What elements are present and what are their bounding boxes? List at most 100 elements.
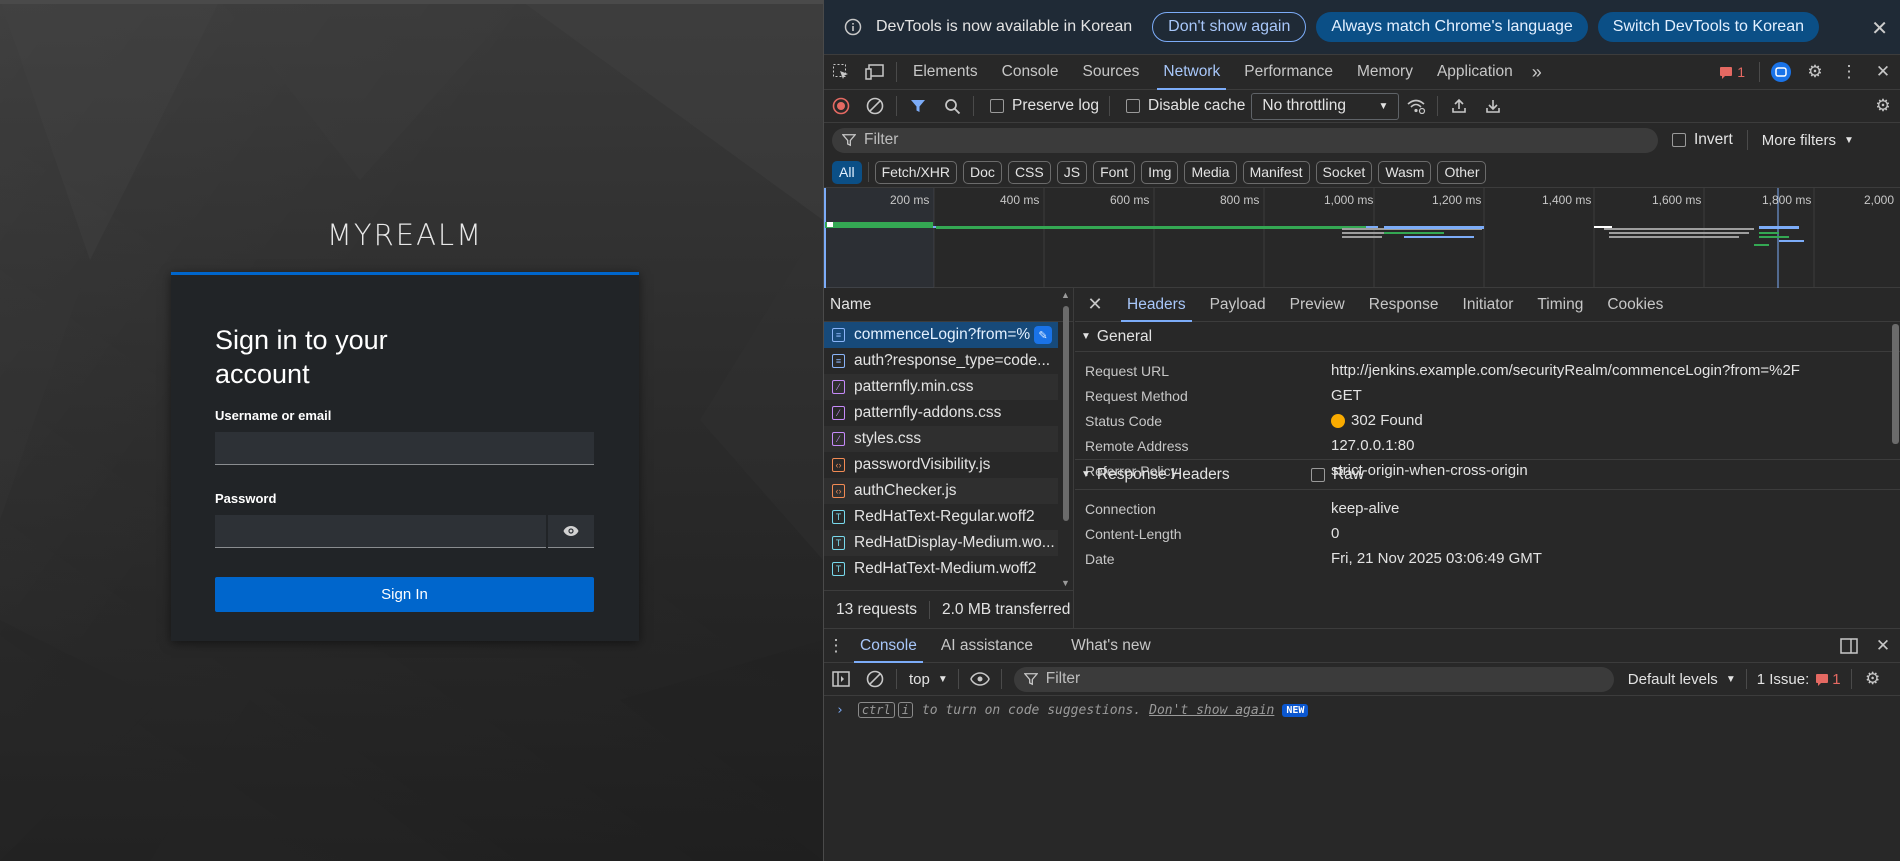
close-devtools-icon[interactable]: ✕ <box>1866 55 1900 90</box>
tab-initiator[interactable]: Initiator <box>1451 288 1526 322</box>
dont-show-again-link[interactable]: Don't show again <box>1149 703 1274 718</box>
general-section-header[interactable]: ▼ General <box>1075 322 1900 352</box>
request-row[interactable]: T RedHatText-Medium.woff2 <box>824 556 1058 582</box>
request-row[interactable]: T RedHatText-Regular.woff2 <box>824 504 1058 530</box>
ai-chip-icon[interactable]: ✎ <box>1034 326 1052 344</box>
console-sidebar-icon[interactable] <box>824 662 858 697</box>
record-stop-icon[interactable] <box>824 89 858 124</box>
name-column-header[interactable]: Name <box>824 288 1073 322</box>
inspect-element-icon[interactable] <box>824 55 858 90</box>
checkbox-box[interactable] <box>990 99 1004 113</box>
scrollbar-thumb[interactable] <box>1063 306 1069 521</box>
more-options-icon[interactable]: ⋮ <box>1832 55 1866 90</box>
request-row[interactable]: ⁄ patternfly.min.css <box>824 374 1058 400</box>
filter-funnel-icon[interactable] <box>901 89 935 124</box>
clear-console-icon[interactable] <box>858 662 892 697</box>
network-settings-gear-icon[interactable]: ⚙ <box>1866 89 1900 124</box>
tab-network[interactable]: Network <box>1151 55 1232 90</box>
type-filter-wasm[interactable]: Wasm <box>1378 160 1432 184</box>
console-filter-input[interactable]: Filter <box>1013 666 1614 692</box>
type-filter-all[interactable]: All <box>832 160 862 184</box>
request-list-scrollbar[interactable]: ▲ ▼ <box>1058 288 1073 590</box>
search-icon[interactable] <box>935 89 969 124</box>
context-selector[interactable]: top ▼ <box>909 671 948 688</box>
close-details-icon[interactable]: ✕ <box>1075 294 1115 315</box>
checkbox-box[interactable] <box>1126 99 1141 113</box>
details-scrollbar-thumb[interactable] <box>1892 324 1899 444</box>
network-overview-timeline[interactable]: 200 ms 400 ms 600 ms 800 ms 1,000 ms 1,2… <box>824 187 1900 288</box>
type-filter-manifest[interactable]: Manifest <box>1242 160 1310 184</box>
clear-icon[interactable] <box>858 89 892 124</box>
type-filter-js[interactable]: JS <box>1056 160 1088 184</box>
log-levels-dropdown[interactable]: Default levels ▼ <box>1628 671 1736 688</box>
import-har-icon[interactable] <box>1442 89 1476 124</box>
request-row[interactable]: ‹› passwordVisibility.js <box>824 452 1058 478</box>
match-language-button[interactable]: Always match Chrome's language <box>1316 12 1588 42</box>
tab-application[interactable]: Application <box>1425 55 1525 90</box>
type-filter-doc[interactable]: Doc <box>963 160 1002 184</box>
raw-checkbox[interactable]: Raw <box>1310 466 1364 484</box>
request-row[interactable]: ≡ commenceLogin?from=% ✎ <box>824 322 1058 348</box>
tab-cookies[interactable]: Cookies <box>1595 288 1675 322</box>
drawer-tab-console[interactable]: Console <box>848 628 929 663</box>
dock-drawer-icon[interactable] <box>1832 628 1866 663</box>
tab-timing[interactable]: Timing <box>1525 288 1595 322</box>
issues-indicator[interactable]: 1 <box>1719 64 1745 80</box>
type-filter-media[interactable]: Media <box>1184 160 1237 184</box>
disable-cache-checkbox[interactable]: Disable cache <box>1126 97 1245 115</box>
ai-assistance-icon[interactable] <box>1764 55 1798 90</box>
username-input[interactable] <box>215 432 594 465</box>
type-filter-other[interactable]: Other <box>1437 160 1487 184</box>
show-password-button[interactable] <box>548 515 594 548</box>
sign-in-button[interactable]: Sign In <box>215 577 594 612</box>
request-row[interactable]: ⁄ styles.css <box>824 426 1058 452</box>
tab-headers[interactable]: Headers <box>1115 288 1198 322</box>
network-conditions-icon[interactable] <box>1399 89 1433 124</box>
settings-gear-icon[interactable]: ⚙ <box>1798 55 1832 90</box>
export-har-icon[interactable] <box>1476 89 1510 124</box>
checkbox-box[interactable] <box>1672 133 1686 147</box>
scroll-up-arrow-icon[interactable]: ▲ <box>1061 290 1070 300</box>
close-infobar-icon[interactable]: ✕ <box>1871 16 1888 41</box>
tab-console[interactable]: Console <box>990 55 1071 90</box>
response-headers-section-header[interactable]: ▼ Response Headers Raw <box>1075 460 1900 490</box>
tab-elements[interactable]: Elements <box>901 55 990 90</box>
type-filter-img[interactable]: Img <box>1141 160 1179 184</box>
type-filter-fetch-xhr[interactable]: Fetch/XHR <box>874 160 958 184</box>
disable-cache-label: Disable cache <box>1148 97 1246 114</box>
throttling-select[interactable]: No throttling ▼ <box>1251 92 1400 120</box>
checkbox-box[interactable] <box>1310 467 1325 482</box>
type-filter-font[interactable]: Font <box>1093 160 1136 184</box>
type-filter-css[interactable]: CSS <box>1007 160 1051 184</box>
tab-payload[interactable]: Payload <box>1198 288 1278 322</box>
tab-response[interactable]: Response <box>1357 288 1451 322</box>
drawer-tab-ai-assistance[interactable]: AI assistance <box>929 628 1045 663</box>
tab-preview[interactable]: Preview <box>1278 288 1357 322</box>
more-tabs-icon[interactable]: » <box>1525 55 1549 90</box>
request-row[interactable]: ‹› authChecker.js <box>824 478 1058 504</box>
tab-memory[interactable]: Memory <box>1345 55 1425 90</box>
invert-checkbox[interactable]: Invert <box>1672 131 1733 149</box>
scroll-down-arrow-icon[interactable]: ▼ <box>1061 578 1070 588</box>
console-issues-button[interactable]: 1 Issue: 1 <box>1757 671 1841 688</box>
console-settings-gear-icon[interactable]: ⚙ <box>1856 662 1890 697</box>
preserve-log-checkbox[interactable]: Preserve log <box>990 97 1099 115</box>
password-input[interactable] <box>215 515 546 548</box>
request-name: RedHatText-Regular.woff2 <box>854 508 1035 525</box>
tab-sources[interactable]: Sources <box>1071 55 1152 90</box>
drawer-menu-icon[interactable]: ⋮ <box>824 628 848 663</box>
live-expression-eye-icon[interactable] <box>963 662 997 697</box>
type-filter-socket[interactable]: Socket <box>1315 160 1373 184</box>
request-row[interactable]: T RedHatDisplay-Medium.wo... <box>824 530 1058 556</box>
dont-show-again-button[interactable]: Don't show again <box>1152 12 1307 42</box>
drawer-tab-whats-new[interactable]: What's new <box>1059 628 1163 663</box>
request-row[interactable]: ≡ auth?response_type=code... <box>824 348 1058 374</box>
filter-input[interactable]: Filter <box>832 127 1658 153</box>
request-row[interactable]: ⁄ patternfly-addons.css <box>824 400 1058 426</box>
more-filters-dropdown[interactable]: More filters ▼ <box>1762 132 1854 149</box>
switch-korean-button[interactable]: Switch DevTools to Korean <box>1597 12 1819 42</box>
tab-performance[interactable]: Performance <box>1232 55 1345 90</box>
close-drawer-icon[interactable]: ✕ <box>1866 628 1900 663</box>
device-toolbar-icon[interactable] <box>858 55 892 90</box>
console-prompt[interactable]: › ctrl i to turn on code suggestions. Do… <box>824 698 1900 722</box>
